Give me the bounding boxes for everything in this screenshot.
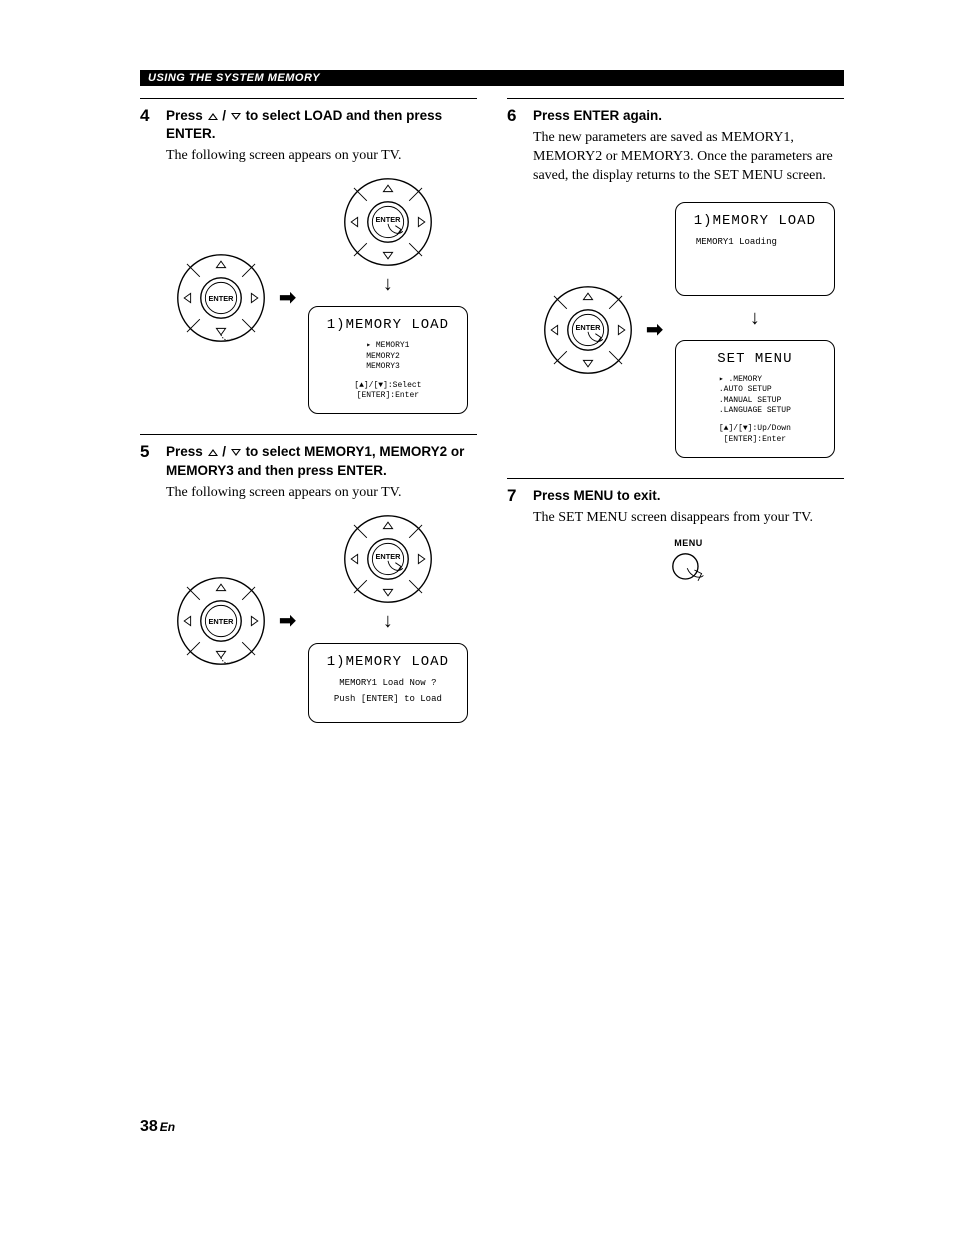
remote-diagram-row: ENTER ➡ [166, 513, 477, 729]
step-body: Press / to select LOAD and then press EN… [166, 107, 477, 428]
remote-nav-diagram: ENTER [175, 252, 267, 344]
right-column: 6 Press ENTER again. The new parameters … [507, 98, 844, 743]
text: / [219, 108, 230, 123]
list-item: .MANUAL SETUP [719, 396, 791, 406]
page-number-value: 38 [140, 1118, 158, 1135]
screen-hint: [ENTER]:Enter [319, 391, 457, 401]
step-body: Press / to select MEMORY1, MEMORY2 or ME… [166, 443, 477, 736]
section-header: USING THE SYSTEM MEMORY [140, 70, 844, 86]
step-title: Press ENTER again. [533, 107, 844, 125]
screen-hint: [ENTER]:Enter [686, 435, 824, 445]
diagram-col: 1)MEMORY LOAD MEMORY1 Loading ↓ SET MENU… [675, 196, 835, 464]
screen-memory-load-list: 1)MEMORY LOAD ▸ MEMORY1 MEMORY2 MEMORY3 … [308, 306, 468, 414]
list-item: ▸ MEMORY1 [366, 341, 409, 351]
arrow-down-icon: ↓ [750, 308, 760, 328]
step-number: 7 [507, 487, 521, 504]
step-description: The following screen appears on your TV. [166, 484, 477, 503]
step-description: The following screen appears on your TV. [166, 147, 477, 166]
down-triangle-icon [231, 449, 241, 456]
remote-nav-press-diagram: ENTER [542, 284, 634, 376]
step-description: The new parameters are saved as MEMORY1,… [533, 129, 844, 186]
step-title: Press MENU to exit. [533, 487, 844, 505]
screen-memory-loading: 1)MEMORY LOAD MEMORY1 Loading [675, 202, 835, 296]
screen-list: ▸ .MEMORY .AUTO SETUP .MANUAL SETUP .LAN… [719, 375, 791, 417]
screen-memory-load-confirm: 1)MEMORY LOAD MEMORY1 Load Now ? Push [E… [308, 643, 468, 723]
step-body: Press MENU to exit. The SET MENU screen … [533, 487, 844, 593]
arrow-right-icon: ➡ [279, 611, 296, 631]
text: Press [166, 108, 207, 123]
step-4: 4 Press / to select LOAD and then press … [140, 98, 477, 428]
screen-list: ▸ MEMORY1 MEMORY2 MEMORY3 [366, 341, 409, 372]
list-item: MEMORY2 [366, 352, 409, 362]
up-triangle-icon [208, 113, 218, 120]
step-number: 6 [507, 107, 521, 124]
enter-label: ENTER [576, 323, 602, 332]
remote-nav-press-diagram: ENTER [342, 176, 434, 268]
arrow-right-icon: ➡ [279, 288, 296, 308]
diagram-col: ENTER ↓ 1)MEMORY LOAD MEMORY1 Load Now ?… [308, 513, 468, 729]
enter-label: ENTER [209, 616, 235, 625]
menu-button-icon [671, 552, 707, 588]
step-5: 5 Press / to select MEMORY1, MEMORY2 or … [140, 434, 477, 736]
arrow-right-icon: ➡ [646, 320, 663, 340]
screen-title: 1)MEMORY LOAD [319, 317, 457, 333]
step-number: 5 [140, 443, 154, 460]
text: / [219, 444, 230, 459]
screen-set-menu: SET MENU ▸ .MEMORY .AUTO SETUP .MANUAL S… [675, 340, 835, 458]
arrow-down-icon: ↓ [383, 274, 393, 294]
step-description: The SET MENU screen disappears from your… [533, 509, 844, 528]
menu-label: MENU [533, 538, 844, 548]
screen-hint: [▲]/[▼]:Select [319, 381, 457, 391]
remote-diagram-row: ENTER ➡ [166, 176, 477, 420]
screen-hint: [▲]/[▼]:Up/Down [686, 424, 824, 434]
remote-diagram-row: ENTER ➡ 1)MEMORY LOAD MEMORY1 Loading ↓ [533, 196, 844, 464]
step-number: 4 [140, 107, 154, 124]
step-body: Press ENTER again. The new parameters ar… [533, 107, 844, 472]
page-number: 38En [140, 1118, 175, 1136]
left-column: 4 Press / to select LOAD and then press … [140, 98, 477, 743]
screen-title: 1)MEMORY LOAD [686, 213, 824, 229]
step-7: 7 Press MENU to exit. The SET MENU scree… [507, 478, 844, 593]
list-item: .LANGUAGE SETUP [719, 406, 791, 416]
enter-label: ENTER [375, 215, 401, 224]
remote-nav-press-diagram: ENTER [342, 513, 434, 605]
list-item: MEMORY3 [366, 362, 409, 372]
enter-label: ENTER [375, 552, 401, 561]
arrow-down-icon: ↓ [383, 611, 393, 631]
up-triangle-icon [208, 449, 218, 456]
content-columns: 4 Press / to select LOAD and then press … [140, 98, 844, 743]
list-item: ▸ .MEMORY [719, 375, 791, 385]
page-lang: En [160, 1120, 175, 1134]
down-triangle-icon [231, 113, 241, 120]
diagram-col: ENTER ↓ 1)MEMORY LOAD ▸ MEMORY1 MEMORY2 … [308, 176, 468, 420]
screen-text: Push [ENTER] to Load [319, 694, 457, 704]
menu-button-diagram: MENU [533, 538, 844, 593]
screen-text: MEMORY1 Loading [686, 237, 824, 247]
text: Press [166, 444, 207, 459]
screen-text: MEMORY1 Load Now ? [319, 678, 457, 688]
step-title: Press / to select MEMORY1, MEMORY2 or ME… [166, 443, 477, 479]
list-item: .AUTO SETUP [719, 385, 791, 395]
page: USING THE SYSTEM MEMORY 4 Press / to sel… [0, 0, 954, 1236]
screen-title: SET MENU [686, 351, 824, 367]
step-6: 6 Press ENTER again. The new parameters … [507, 98, 844, 472]
step-title: Press / to select LOAD and then press EN… [166, 107, 477, 143]
remote-nav-diagram: ENTER [175, 575, 267, 667]
enter-label: ENTER [209, 294, 235, 303]
screen-title: 1)MEMORY LOAD [319, 654, 457, 670]
